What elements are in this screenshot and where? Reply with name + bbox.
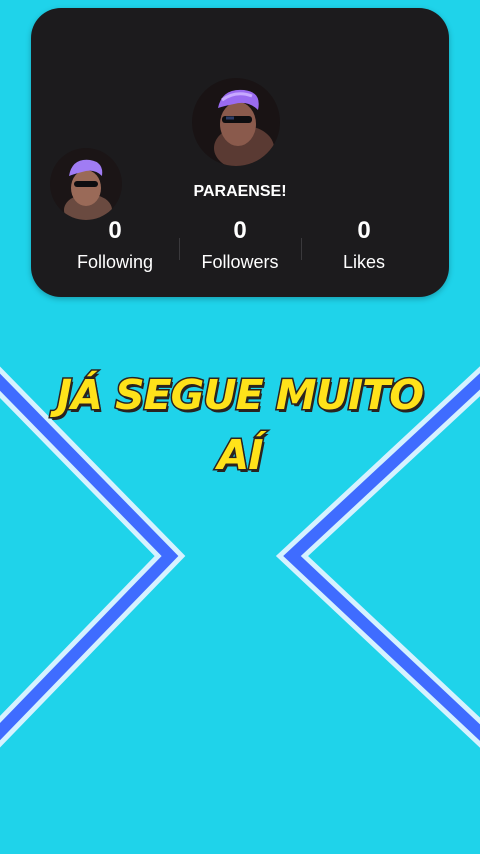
- likes-count: 0: [357, 217, 371, 244]
- stat-followers[interactable]: 0 Followers: [180, 217, 300, 273]
- video-caption: JÁ SEGUE MUITO AÍ: [0, 365, 480, 485]
- stat-divider: [301, 238, 302, 260]
- followers-label: Followers: [201, 252, 279, 272]
- avatar-photo: [192, 78, 280, 166]
- followers-count: 0: [233, 217, 247, 244]
- stat-likes[interactable]: 0 Likes: [304, 217, 424, 273]
- following-label: Following: [76, 252, 154, 272]
- profile-avatar[interactable]: [192, 78, 280, 166]
- caption-line-1: JÁ SEGUE MUITO: [55, 370, 425, 421]
- profile-username: PARAENSE!: [193, 183, 287, 200]
- caption-line-2: AÍ: [216, 430, 265, 481]
- following-count: 0: [108, 217, 122, 244]
- likes-label: Likes: [342, 252, 386, 272]
- stat-following[interactable]: 0 Following: [55, 217, 175, 273]
- profile-card: PARAENSE! 0 Following 0 Followers 0 Like…: [31, 8, 449, 297]
